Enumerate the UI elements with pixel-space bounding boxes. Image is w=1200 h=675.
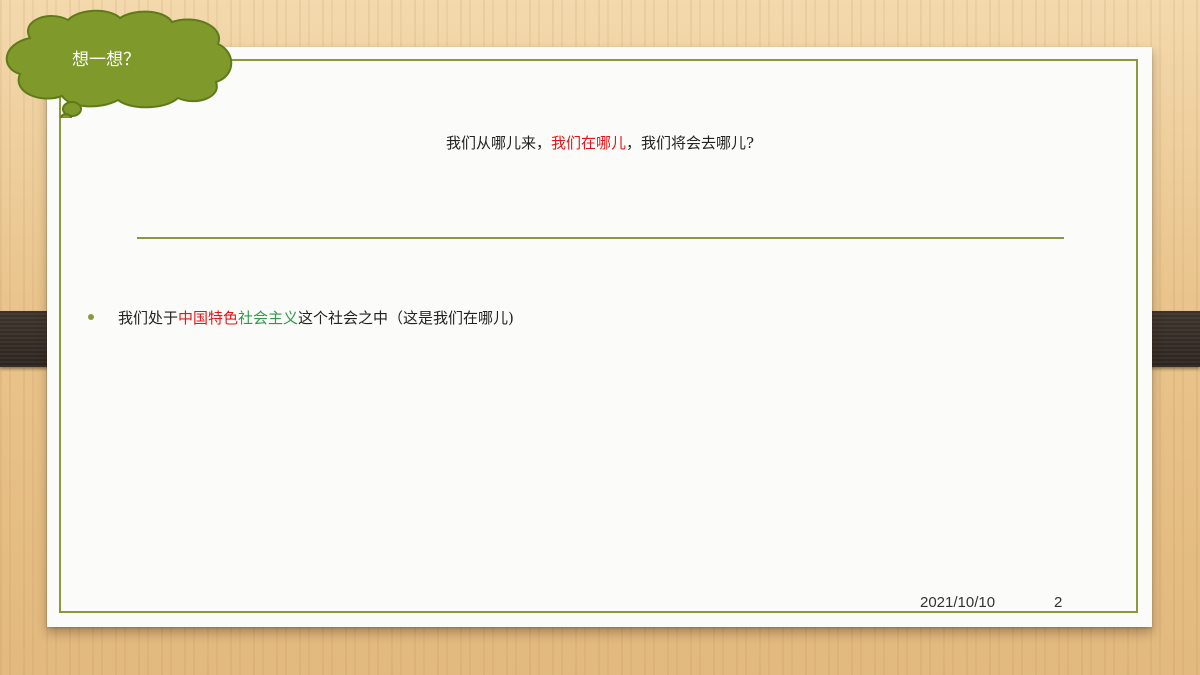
footer-page-number: 2 (1054, 594, 1063, 611)
heading-part-3: ，我们将会去哪儿? (625, 134, 755, 152)
bullet-text-red: 中国特色 (178, 309, 239, 327)
cloud-title: 想一想？ (72, 50, 140, 70)
bullet-item: 我们处于中国特色社会主义这个社会之中（这是我们在哪儿) (88, 304, 514, 332)
bullet-dot-icon (88, 314, 94, 320)
footer-date: 2021/10/10 (920, 594, 996, 611)
heading-divider (137, 237, 1064, 239)
heading-part-1: 我们从哪儿来， (445, 134, 551, 152)
heading-part-2-highlight: 我们在哪儿 (550, 134, 626, 152)
slide-background: { "cloud": { "title": "想一想？", "fill_colo… (0, 0, 1200, 675)
bullet-text-after: 这个社会之中（这是我们在哪儿) (298, 309, 514, 327)
bullet-text-green: 社会主义 (238, 309, 299, 327)
bullet-text-before: 我们处于 (118, 309, 179, 327)
thought-cloud: 想一想？ (0, 8, 240, 123)
slide-heading: 我们从哪儿来，我们在哪儿，我们将会去哪儿? (0, 130, 1200, 156)
